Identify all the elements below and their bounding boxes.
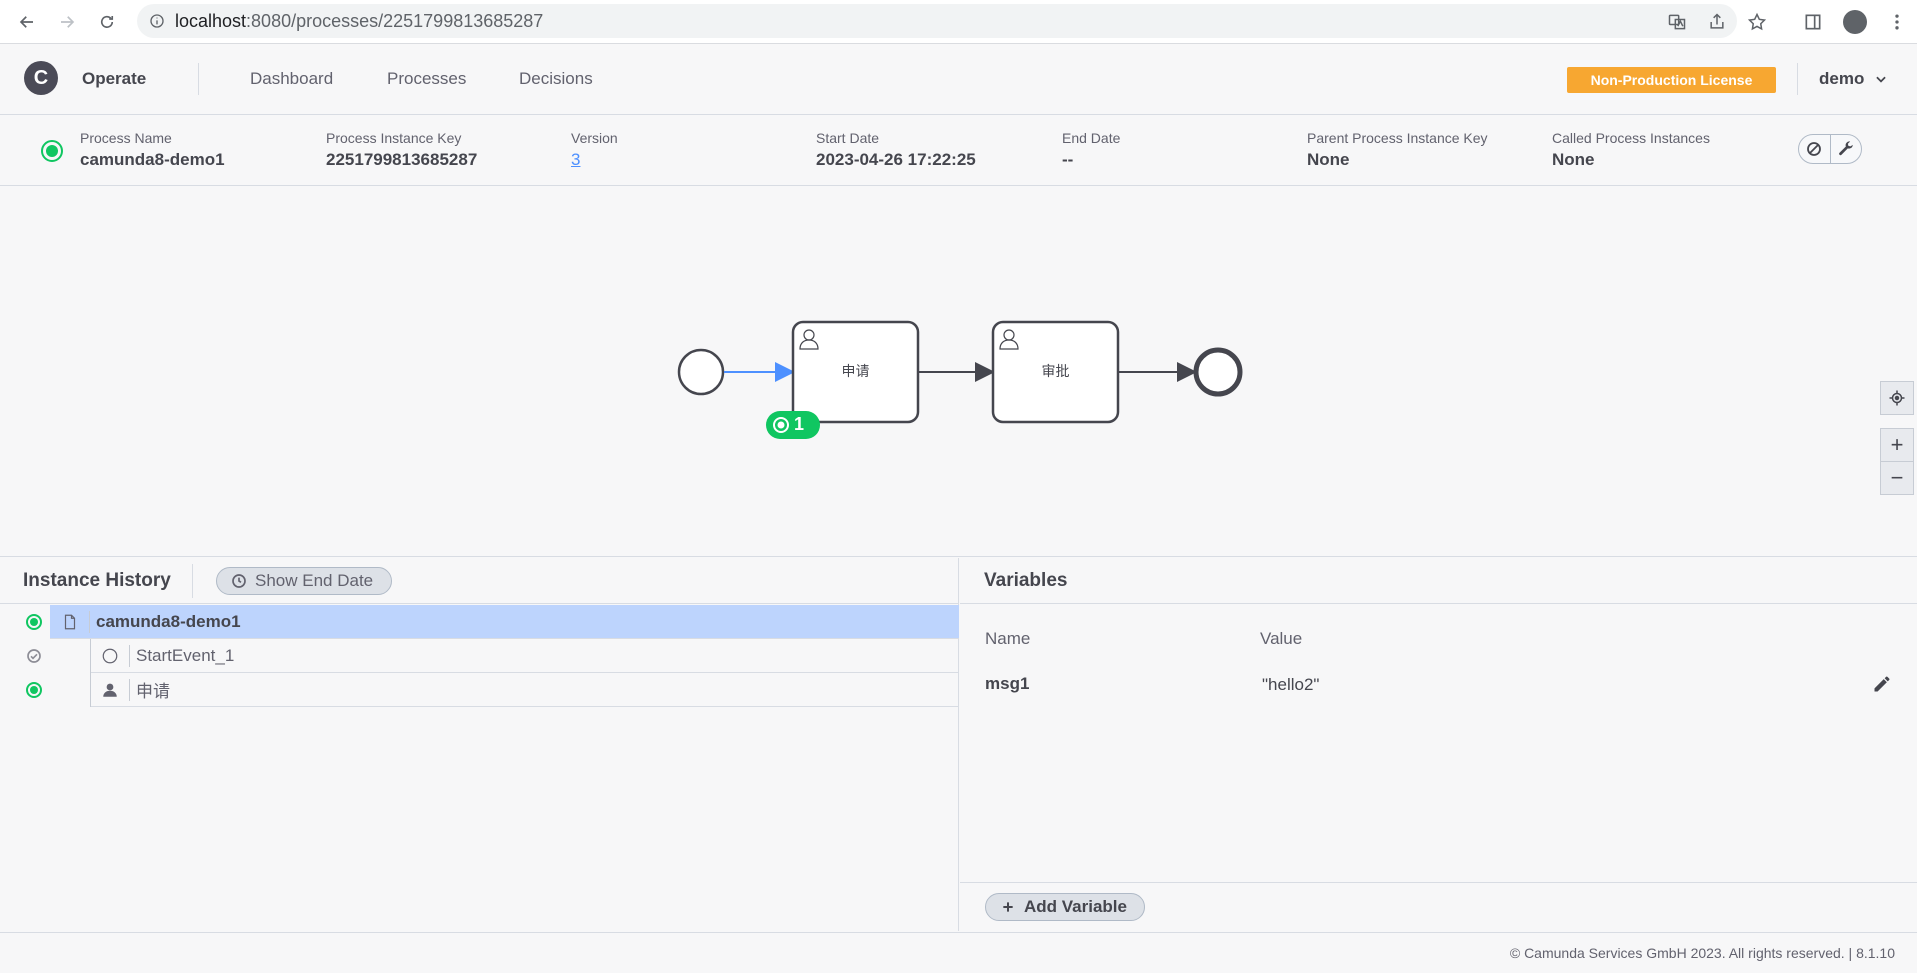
show-end-date-button[interactable]: Show End Date xyxy=(216,567,392,595)
clock-icon xyxy=(232,574,246,588)
page-footer: © Camunda Services GmbH 2023. All rights… xyxy=(0,932,1917,973)
reload-icon[interactable] xyxy=(89,4,125,40)
nav-decisions[interactable]: Decisions xyxy=(519,69,593,89)
completed-state-icon xyxy=(27,649,41,663)
zoom-in-button[interactable]: + xyxy=(1880,428,1914,462)
variables-footer: Add Variable xyxy=(960,882,1917,931)
header-divider xyxy=(198,63,199,95)
variable-name: msg1 xyxy=(985,674,1030,693)
add-variable-button[interactable]: Add Variable xyxy=(985,893,1145,921)
edit-pencil-icon[interactable] xyxy=(1872,674,1892,694)
nav-dashboard[interactable]: Dashboard xyxy=(250,69,333,89)
address-bar[interactable]: localhost:8080/processes/225179981368528… xyxy=(137,4,1737,38)
variables-header: Variables xyxy=(960,558,1917,604)
history-row[interactable]: StartEvent_1 xyxy=(0,639,959,673)
field-called-instances: Called Process Instances None xyxy=(1552,130,1710,169)
license-badge[interactable]: Non-Production License xyxy=(1567,67,1776,93)
history-row-node[interactable]: StartEvent_1 xyxy=(90,639,959,673)
field-process-name: Process Name camunda8-demo1 xyxy=(80,130,225,169)
history-header: Instance History Show End Date xyxy=(0,558,958,604)
active-state-icon xyxy=(26,682,42,698)
nav-processes[interactable]: Processes xyxy=(387,69,466,89)
crosshair-icon xyxy=(1889,390,1905,406)
reset-view-button[interactable] xyxy=(1880,381,1914,415)
task-label-apply: 申请 xyxy=(841,363,870,379)
variables-panel: Variables Name Value msg1 "hello2" xyxy=(960,558,1917,931)
bookmark-star-icon[interactable] xyxy=(1747,12,1767,32)
history-row-node[interactable]: 申请 xyxy=(90,673,959,707)
variable-value: "hello2" xyxy=(1262,675,1320,694)
browser-right-actions xyxy=(1803,10,1907,34)
profile-avatar-icon[interactable] xyxy=(1843,10,1867,34)
copyright-text: © Camunda Services GmbH 2023. All rights… xyxy=(1509,945,1895,961)
plus-icon xyxy=(1003,902,1013,912)
active-token-count: 1 xyxy=(794,414,805,434)
tree-connector xyxy=(90,639,91,707)
chevron-down-icon xyxy=(1876,76,1887,83)
header-divider xyxy=(1797,63,1798,95)
column-header-value: Value xyxy=(1260,629,1303,648)
version-link[interactable]: 3 xyxy=(571,150,618,170)
url-text[interactable]: localhost:8080/processes/225179981368528… xyxy=(175,11,543,32)
history-row-node[interactable]: camunda8-demo1 xyxy=(50,605,959,639)
active-state-icon xyxy=(26,614,42,630)
url-actions xyxy=(1667,12,1767,32)
start-event-icon xyxy=(90,644,130,667)
variables-title: Variables xyxy=(984,570,1068,591)
share-icon[interactable] xyxy=(1707,12,1727,32)
translate-icon[interactable] xyxy=(1667,12,1687,32)
side-panel-icon[interactable] xyxy=(1803,12,1823,32)
end-event[interactable] xyxy=(1193,347,1243,397)
bpmn-diagram: 申请 审批 1 + − xyxy=(0,187,1917,557)
user-name: demo xyxy=(1819,69,1865,88)
field-version: Version 3 xyxy=(571,130,618,170)
instance-history-panel: Instance History Show End Date camunda8-… xyxy=(0,558,959,931)
active-token-badge[interactable] xyxy=(766,411,820,439)
kebab-menu-icon[interactable] xyxy=(1887,12,1907,32)
back-icon[interactable] xyxy=(9,4,45,40)
camunda-logo-icon[interactable]: C xyxy=(24,61,58,95)
cancel-instance-icon[interactable] xyxy=(1799,135,1831,163)
app-header: C Operate Dashboard Processes Decisions … xyxy=(0,45,1917,115)
active-state-icon xyxy=(41,140,63,162)
app-title[interactable]: Operate xyxy=(82,69,146,89)
history-row[interactable]: camunda8-demo1 xyxy=(0,605,959,639)
user-menu[interactable]: demo xyxy=(1819,69,1888,89)
history-title: Instance History xyxy=(23,570,171,591)
start-event[interactable] xyxy=(677,348,725,396)
forward-icon[interactable] xyxy=(49,4,85,40)
zoom-out-button[interactable]: − xyxy=(1880,461,1914,495)
instance-header: Process Name camunda8-demo1 Process Inst… xyxy=(0,116,1917,186)
info-icon[interactable] xyxy=(149,13,165,29)
history-row[interactable]: 申请 xyxy=(0,673,959,707)
field-end-date: End Date -- xyxy=(1062,130,1121,169)
column-header-name: Name xyxy=(985,629,1031,648)
field-instance-key: Process Instance Key 2251799813685287 xyxy=(326,130,478,169)
operation-buttons xyxy=(1798,134,1862,164)
browser-toolbar: localhost:8080/processes/225179981368528… xyxy=(0,0,1917,44)
field-parent-key: Parent Process Instance Key None xyxy=(1307,130,1488,169)
header-divider xyxy=(192,564,193,598)
document-icon xyxy=(50,610,90,633)
task-label-approve: 审批 xyxy=(1041,363,1070,379)
user-task-icon xyxy=(90,678,130,701)
modify-wrench-icon[interactable] xyxy=(1831,135,1862,163)
field-start-date: Start Date 2023-04-26 17:22:25 xyxy=(816,130,976,169)
